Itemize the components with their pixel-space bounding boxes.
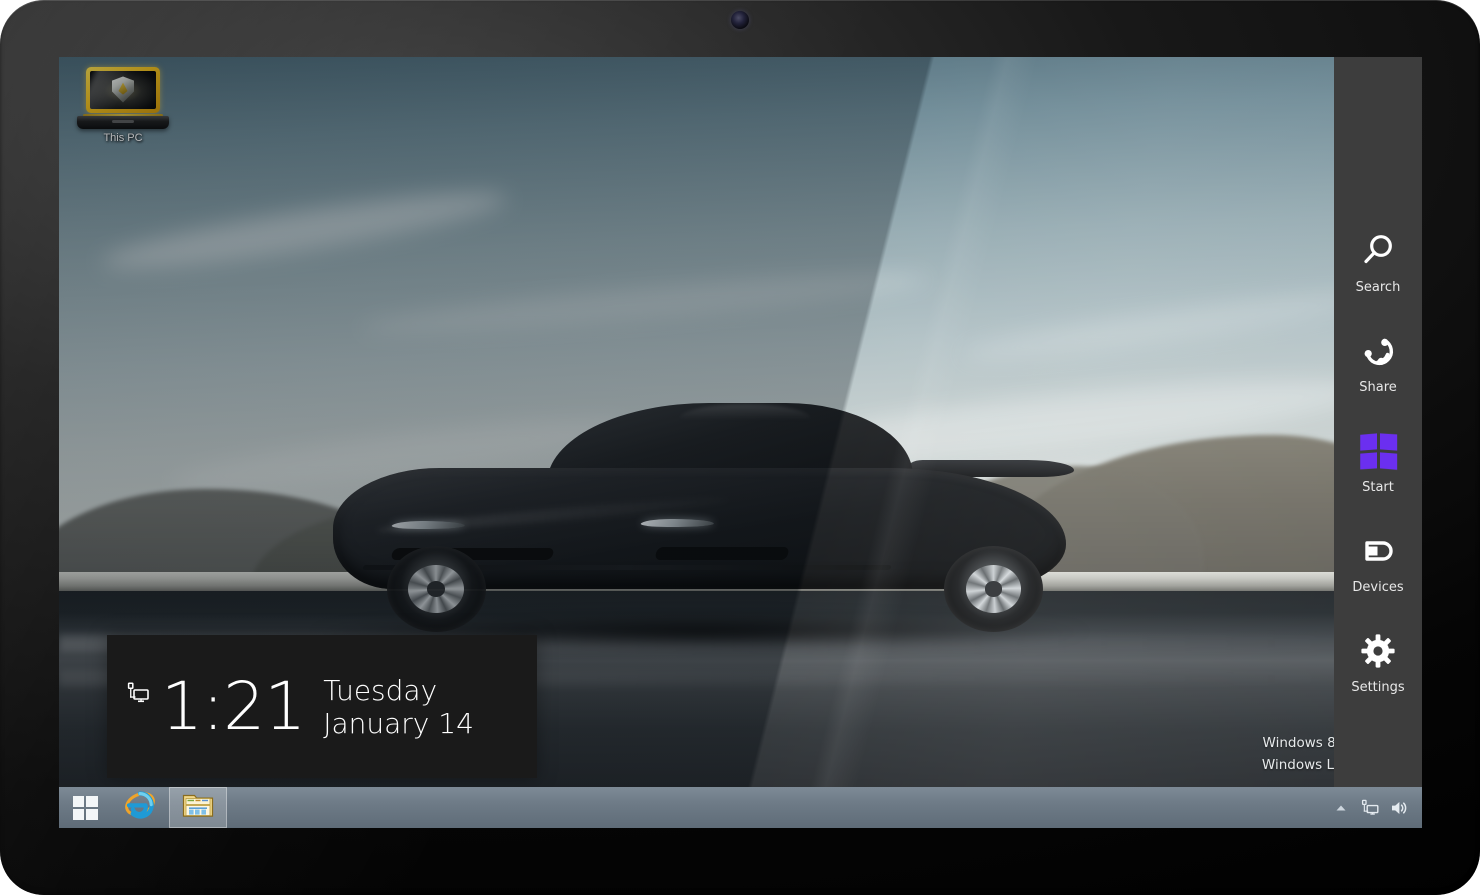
system-tray xyxy=(1331,798,1422,818)
clock-date: Tuesday January 14 xyxy=(323,674,474,740)
car-hood-highlight xyxy=(377,494,729,537)
charm-label: Settings xyxy=(1351,680,1405,695)
webcam-icon xyxy=(731,11,749,29)
file-explorer-icon xyxy=(182,791,214,824)
desktop-icon-this-pc[interactable]: This PC xyxy=(70,67,176,145)
start-button[interactable] xyxy=(59,787,111,828)
charm-share[interactable]: Share xyxy=(1334,325,1422,425)
internet-explorer-icon xyxy=(124,789,156,826)
taskbar xyxy=(59,787,1422,828)
tablet-device: This PC 1:21 Tuesday January 14 Windows … xyxy=(0,0,1480,895)
car-hub xyxy=(984,581,1003,597)
charm-devices[interactable]: Devices xyxy=(1334,525,1422,625)
charm-label: Search xyxy=(1355,280,1401,295)
lamborghini-car xyxy=(318,403,1081,633)
charm-label: Devices xyxy=(1352,580,1404,595)
charms-bar: Search Share Start Devices Settings xyxy=(1334,57,1422,828)
headlight xyxy=(639,519,716,528)
car-grille xyxy=(653,546,790,561)
clock-month-day: January 14 xyxy=(323,706,474,740)
car-roofline xyxy=(678,404,811,420)
charm-search[interactable]: Search xyxy=(1334,225,1422,325)
laptop-lid xyxy=(86,67,160,113)
this-pc-laptop-icon xyxy=(77,67,169,129)
charm-label: Share xyxy=(1359,380,1397,395)
charm-start[interactable]: Start xyxy=(1334,425,1422,525)
screen: This PC 1:21 Tuesday January 14 Windows … xyxy=(59,57,1422,828)
car-wheel xyxy=(386,545,486,633)
car-wheel xyxy=(943,545,1044,633)
taskbar-item-file-explorer[interactable] xyxy=(169,787,227,828)
laptop-screen xyxy=(90,71,156,109)
laptop-base xyxy=(77,116,169,129)
charm-label: Start xyxy=(1362,480,1394,495)
clock-tile: 1:21 Tuesday January 14 xyxy=(107,635,537,778)
charm-settings[interactable]: Settings xyxy=(1334,625,1422,725)
devices-icon xyxy=(1358,525,1398,577)
windows-logo-icon xyxy=(72,795,98,820)
clock-time: 1:21 xyxy=(161,667,306,745)
share-icon xyxy=(1358,325,1398,377)
laptop-touchpad xyxy=(112,120,134,123)
settings-gear-icon xyxy=(1358,625,1398,677)
taskbar-item-internet-explorer[interactable] xyxy=(111,787,169,828)
volume-icon[interactable] xyxy=(1389,798,1409,818)
windows-start-icon xyxy=(1360,425,1397,477)
search-icon xyxy=(1358,225,1398,277)
desktop-icon-label: This PC xyxy=(103,132,143,144)
clock-day: Tuesday xyxy=(323,673,438,707)
network-icon[interactable] xyxy=(1360,798,1380,818)
car-hub xyxy=(427,581,446,597)
chevron-up-icon[interactable] xyxy=(1331,798,1351,818)
network-computer-icon xyxy=(125,680,151,706)
